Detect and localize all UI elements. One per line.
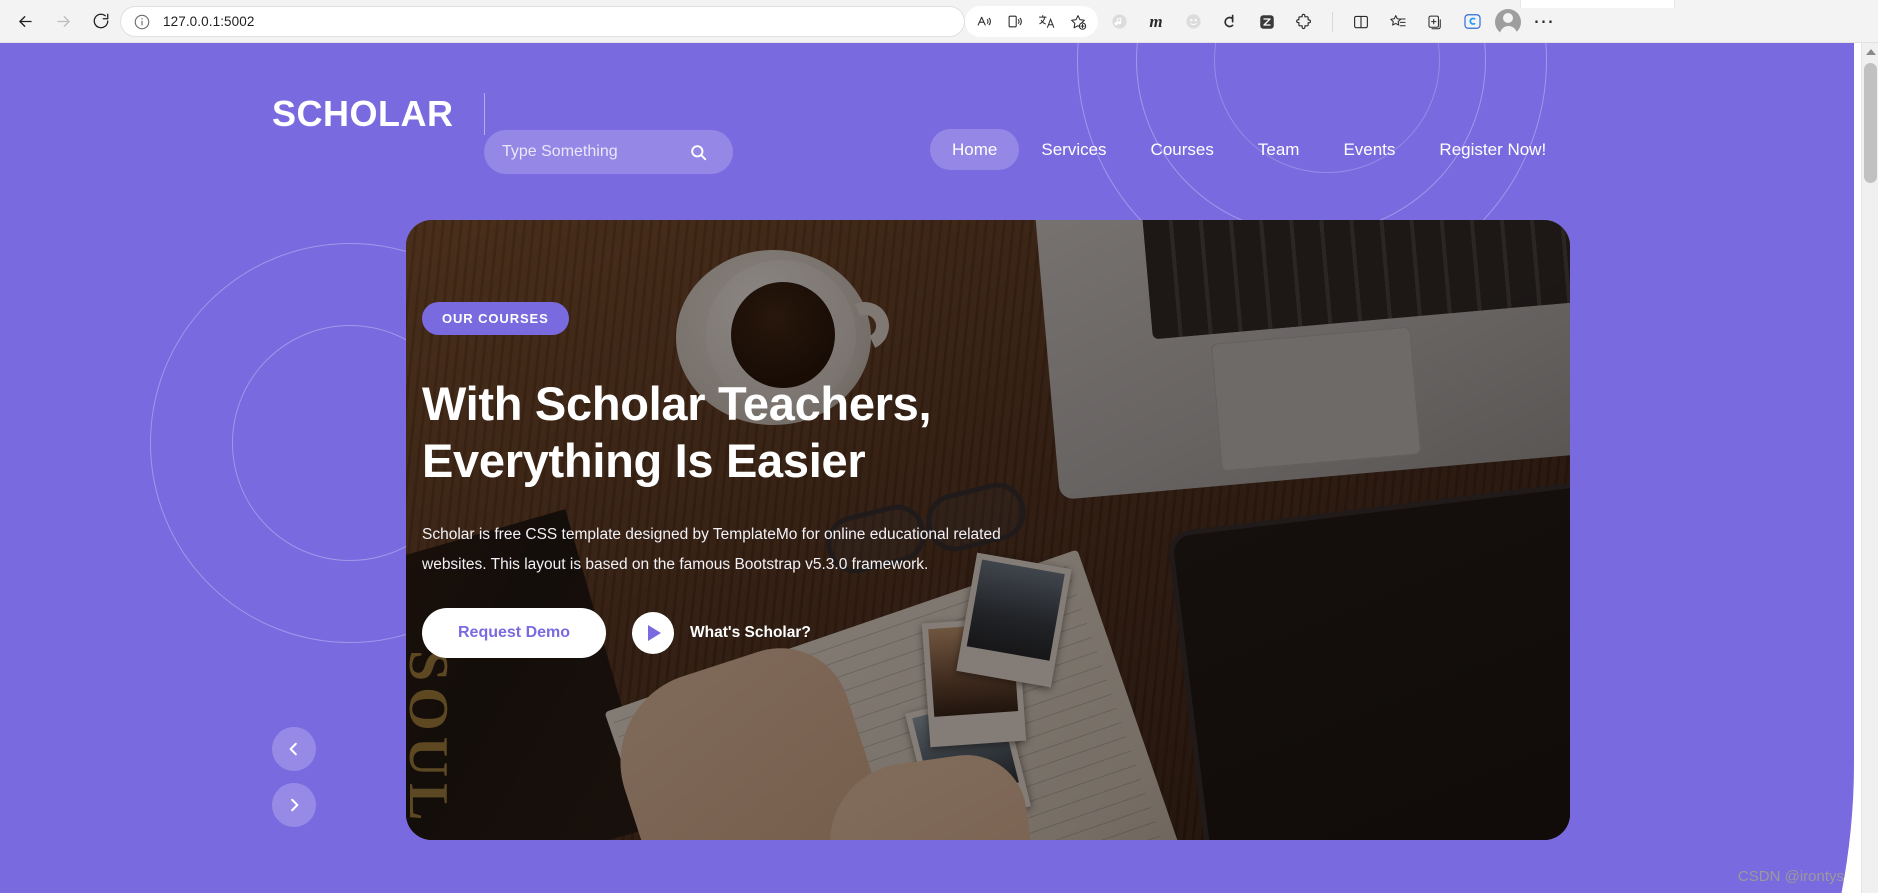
read-aloud-icon[interactable]	[972, 9, 998, 35]
puzzle-extension-icon[interactable]	[1290, 8, 1318, 36]
menu-item-home[interactable]: Home	[930, 129, 1020, 170]
add-favorite-icon[interactable]	[1065, 9, 1091, 35]
profile-avatar[interactable]	[1495, 8, 1521, 35]
omnibox-actions	[965, 6, 1098, 37]
watermark: CSDN @irontys	[1737, 868, 1844, 885]
forward-button[interactable]	[46, 4, 80, 38]
toolbar-divider	[1332, 11, 1333, 32]
browser-chrome: 127.0.0.1:5002 m ⋯	[0, 0, 1878, 43]
collections-icon[interactable]	[1421, 8, 1449, 36]
music-extension-icon[interactable]	[1105, 8, 1133, 36]
brand-group: SCHOLAR	[272, 93, 485, 135]
watch-video-label: What's Scholar?	[690, 624, 811, 641]
search-icon[interactable]	[687, 141, 709, 163]
favorites-list-icon[interactable]	[1384, 8, 1412, 36]
m-extension-icon[interactable]: m	[1142, 8, 1170, 36]
hero-content: OUR COURSES With Scholar Teachers, Every…	[406, 220, 1570, 840]
menu-item-events[interactable]: Events	[1321, 129, 1417, 170]
split-screen-icon[interactable]	[1347, 8, 1375, 36]
hero-slide-card: SOUL OUR COURSES With Scholar Teachers, …	[406, 220, 1570, 840]
menu-item-team[interactable]: Team	[1236, 129, 1322, 170]
url-text: 127.0.0.1:5002	[163, 14, 255, 29]
main-menu: Home Services Courses Team Events Regist…	[930, 129, 1568, 170]
play-icon[interactable]	[632, 612, 675, 654]
site-info-icon[interactable]	[133, 13, 151, 31]
menu-item-courses[interactable]: Courses	[1129, 129, 1236, 170]
scrollbar-thumb[interactable]	[1864, 63, 1877, 183]
site-navbar: SCHOLAR Home Services Courses Team Event…	[0, 43, 1854, 174]
request-demo-button[interactable]: Request Demo	[422, 608, 607, 658]
carousel-prev-button[interactable]	[272, 727, 316, 771]
address-bar[interactable]: 127.0.0.1:5002	[121, 7, 964, 36]
loop-extension-icon[interactable]	[1216, 8, 1244, 36]
page-viewport: SCHOLAR Home Services Courses Team Event…	[0, 43, 1878, 893]
menu-item-register-now[interactable]: Register Now!	[1417, 129, 1568, 170]
page-scrollbar[interactable]	[1861, 43, 1878, 893]
settings-and-more-icon[interactable]: ⋯	[1530, 8, 1558, 36]
site-logo[interactable]: SCHOLAR	[272, 96, 454, 132]
ghost-extension-icon[interactable]	[1179, 8, 1207, 36]
hero-title: With Scholar Teachers, Everything Is Eas…	[422, 377, 932, 488]
carousel-controls	[272, 727, 316, 827]
copilot-icon[interactable]	[1458, 8, 1486, 36]
back-button[interactable]	[8, 4, 42, 38]
navigation-buttons	[0, 4, 118, 38]
menu-item-services[interactable]: Services	[1019, 129, 1128, 170]
search-input[interactable]	[502, 143, 687, 161]
extension-toolbar: m ⋯	[1105, 6, 1558, 37]
immersive-reader-icon[interactable]	[1003, 9, 1029, 35]
watch-video-group[interactable]: What's Scholar?	[632, 612, 811, 654]
zotero-extension-icon[interactable]	[1253, 8, 1281, 36]
hero-description: Scholar is free CSS template designed by…	[422, 526, 1001, 574]
search-box[interactable]	[484, 130, 733, 174]
carousel-next-button[interactable]	[272, 783, 316, 827]
translate-icon[interactable]	[1034, 9, 1060, 35]
hero-badge: OUR COURSES	[422, 302, 569, 335]
hero-actions: Request Demo What's Scholar?	[422, 608, 811, 658]
scrollbar-up-arrow[interactable]	[1866, 49, 1876, 55]
reload-button[interactable]	[84, 4, 118, 38]
brand-divider	[483, 93, 485, 135]
